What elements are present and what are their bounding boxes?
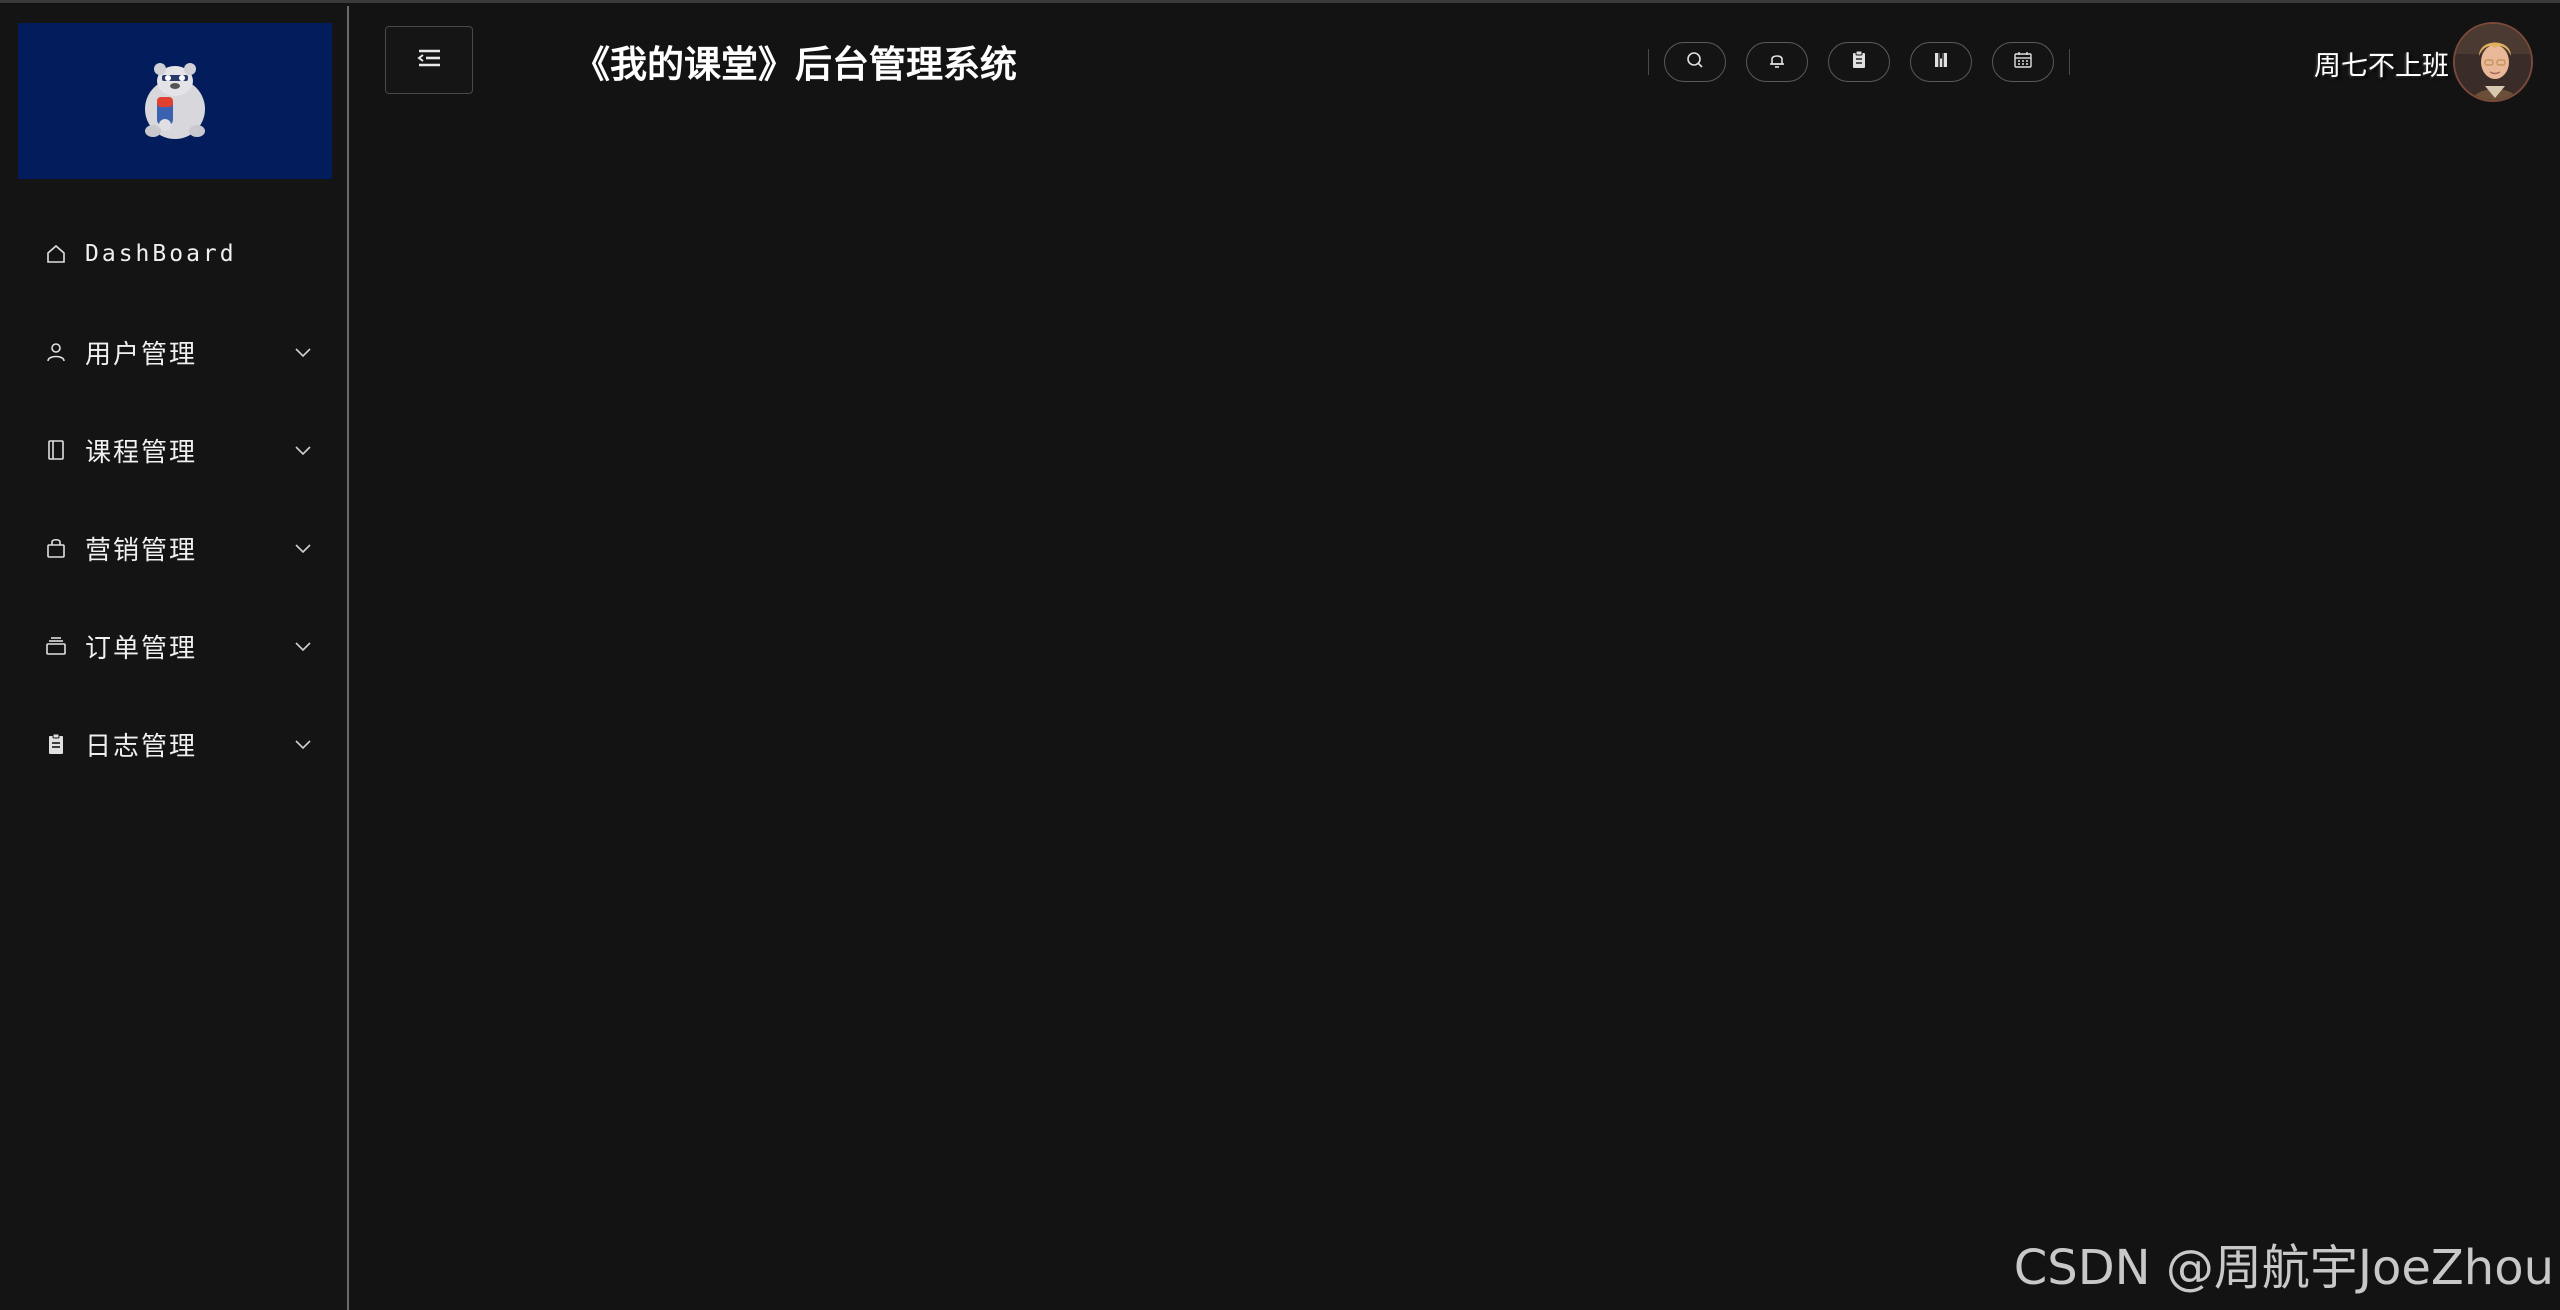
clipboard-icon bbox=[44, 732, 68, 756]
shopping-bag-icon bbox=[44, 536, 68, 560]
chevron-down-icon bbox=[292, 733, 314, 755]
bear-logo-icon bbox=[145, 63, 205, 139]
search-button[interactable] bbox=[1664, 42, 1726, 82]
clipboard-button[interactable] bbox=[1828, 42, 1890, 82]
sidebar-item-dashboard[interactable]: DashBoard bbox=[0, 205, 347, 303]
avatar[interactable] bbox=[2453, 22, 2533, 102]
calendar-icon bbox=[2013, 50, 2033, 74]
notebook-icon bbox=[44, 438, 68, 462]
book-button[interactable] bbox=[1910, 42, 1972, 82]
sidebar-item-label: DashBoard bbox=[85, 241, 237, 267]
home-icon bbox=[44, 242, 68, 266]
sidebar-item-logs[interactable]: 日志管理 bbox=[0, 695, 347, 793]
watermark: CSDN @周航宇JoeZhou bbox=[2013, 1240, 2554, 1296]
sidebar-item-label: 日志管理 bbox=[85, 731, 198, 762]
chevron-down-icon bbox=[292, 341, 314, 363]
chevron-down-icon bbox=[292, 537, 314, 559]
top-header: 《我的课堂》后台管理系统 周七不上班 bbox=[349, 6, 2560, 116]
notifications-button[interactable] bbox=[1746, 42, 1808, 82]
book-icon bbox=[1932, 50, 1950, 74]
chevron-down-icon bbox=[292, 635, 314, 657]
bell-icon bbox=[1767, 50, 1787, 74]
box-icon bbox=[44, 634, 68, 658]
app-window: DashBoard 用户管理 课程管理 营销管理 订单管理 日志管理 《我的课堂… bbox=[0, 0, 2560, 1310]
sidebar-item-label: 营销管理 bbox=[85, 535, 198, 566]
search-icon bbox=[1685, 50, 1705, 74]
sidebar-item-orders[interactable]: 订单管理 bbox=[0, 597, 347, 695]
sidebar: DashBoard 用户管理 课程管理 营销管理 订单管理 日志管理 bbox=[0, 6, 349, 1310]
fold-menu-icon bbox=[415, 47, 443, 73]
user-icon bbox=[44, 340, 68, 364]
collapse-sidebar-button[interactable] bbox=[385, 26, 473, 94]
logo[interactable] bbox=[18, 23, 332, 179]
clipboard-icon bbox=[1850, 50, 1868, 74]
page-title: 《我的课堂》后台管理系统 bbox=[573, 43, 1017, 86]
sidebar-item-label: 课程管理 bbox=[85, 437, 198, 468]
sidebar-item-courses[interactable]: 课程管理 bbox=[0, 401, 347, 499]
toolbar-divider bbox=[2069, 49, 2070, 75]
calendar-button[interactable] bbox=[1992, 42, 2054, 82]
chevron-down-icon bbox=[292, 439, 314, 461]
sidebar-item-marketing[interactable]: 营销管理 bbox=[0, 499, 347, 597]
toolbar-divider bbox=[1648, 49, 1649, 75]
sidebar-item-label: 订单管理 bbox=[85, 633, 198, 664]
user-name[interactable]: 周七不上班 bbox=[2314, 44, 2449, 83]
sidebar-item-users[interactable]: 用户管理 bbox=[0, 303, 347, 401]
side-menu: DashBoard 用户管理 课程管理 营销管理 订单管理 日志管理 bbox=[0, 205, 347, 793]
sidebar-item-label: 用户管理 bbox=[85, 339, 198, 370]
